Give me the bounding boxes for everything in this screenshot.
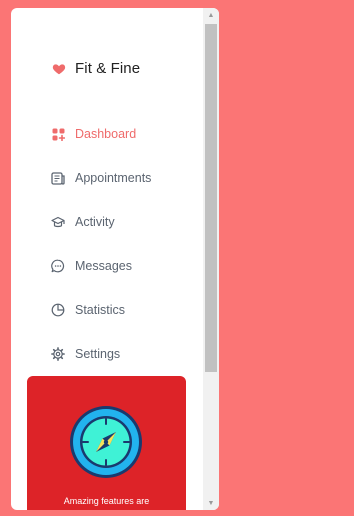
sidebar-item-messages[interactable]: Messages bbox=[51, 244, 201, 288]
sidebar-item-label: Messages bbox=[75, 259, 132, 273]
sidebar-item-label: Settings bbox=[75, 347, 121, 361]
brand-title: Fit & Fine bbox=[75, 60, 141, 77]
sidebar-item-activity[interactable]: Activity bbox=[51, 200, 201, 244]
scroll-down-arrow-icon[interactable]: ▼ bbox=[203, 496, 219, 510]
vertical-scrollbar[interactable]: ▲ ▼ bbox=[203, 8, 219, 510]
appointments-icon bbox=[51, 171, 65, 185]
sidebar-item-label: Activity bbox=[75, 215, 115, 229]
sidebar-content: Fit & Fine Dashboard Appointments Activi… bbox=[11, 8, 203, 510]
brand[interactable]: Fit & Fine bbox=[52, 60, 140, 77]
compass-icon bbox=[68, 404, 144, 485]
sidebar-item-settings[interactable]: Settings bbox=[51, 332, 201, 376]
sidebar-nav: Dashboard Appointments Activity Messages… bbox=[51, 112, 201, 376]
sidebar-item-label: Statistics bbox=[75, 303, 126, 317]
sidebar-item-dashboard[interactable]: Dashboard bbox=[51, 112, 201, 156]
promo-text: Amazing features are bbox=[63, 496, 150, 506]
sidebar-item-label: Dashboard bbox=[75, 127, 137, 141]
graduation-cap-icon bbox=[51, 215, 65, 229]
scrollbar-thumb[interactable] bbox=[205, 24, 217, 372]
heart-icon bbox=[52, 62, 66, 76]
chat-bubble-icon bbox=[51, 259, 65, 273]
gear-icon bbox=[51, 347, 65, 361]
dashboard-icon bbox=[51, 127, 65, 141]
sidebar-item-label: Appointments bbox=[75, 171, 152, 185]
sidebar-item-appointments[interactable]: Appointments bbox=[51, 156, 201, 200]
sidebar-panel: Fit & Fine Dashboard Appointments Activi… bbox=[11, 8, 219, 510]
sidebar-item-statistics[interactable]: Statistics bbox=[51, 288, 201, 332]
promo-card: Amazing features are bbox=[27, 376, 186, 510]
scroll-up-arrow-icon[interactable]: ▲ bbox=[203, 8, 219, 22]
pie-chart-icon bbox=[51, 303, 65, 317]
